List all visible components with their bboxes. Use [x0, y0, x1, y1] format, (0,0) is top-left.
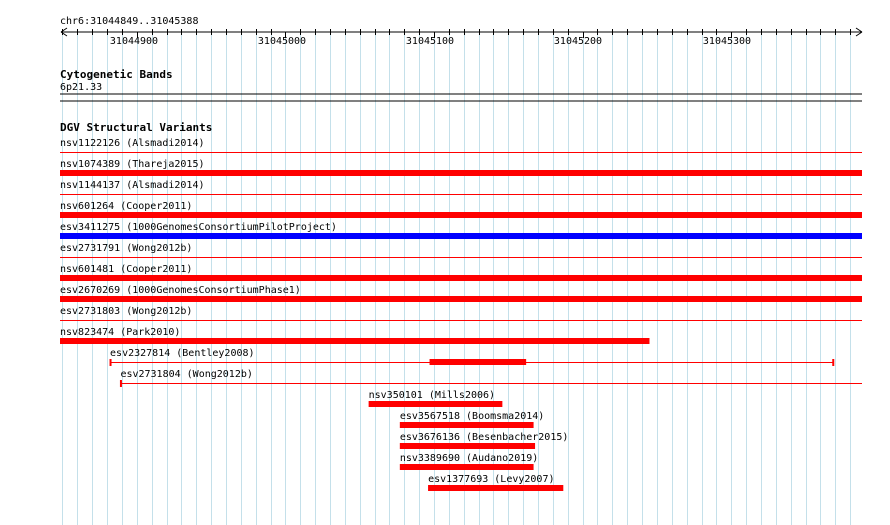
dgv-variant[interactable]: esv1377693 (Levy2007) — [428, 474, 564, 491]
ruler-tick-label: 31045000 — [258, 36, 306, 47]
dgv-variant[interactable]: esv2731791 (Wong2012b) — [60, 243, 862, 258]
dgv-variant-bar[interactable] — [399, 422, 534, 428]
dgv-variant-bar[interactable] — [60, 212, 862, 218]
cytoband-label: 6p21.33 — [60, 82, 102, 93]
dgv-track-title: DGV Structural Variants — [60, 121, 212, 134]
dgv-variant-bar[interactable] — [60, 233, 862, 239]
dgv-variant[interactable]: esv3567518 (Boomsma2014) — [399, 411, 545, 428]
dgv-variant[interactable]: nsv1122126 (Alsmadi2014) — [60, 138, 862, 153]
dgv-variant-label: esv2731791 (Wong2012b) — [60, 243, 192, 254]
ruler-region-label: chr6:31044849..31045388 — [60, 16, 198, 27]
dgv-variant-label: esv2731804 (Wong2012b) — [120, 369, 252, 380]
dgv-variant-label: nsv1074389 (Thareja2015) — [60, 159, 205, 170]
dgv-variant[interactable]: nsv3389690 (Audano2019) — [399, 453, 538, 470]
dgv-track: nsv1122126 (Alsmadi2014) nsv1074389 (Thar… — [60, 138, 862, 491]
dgv-variant[interactable]: esv3411275 (1000GenomesConsortiumPilotPr… — [60, 222, 862, 239]
dgv-variant[interactable]: nsv350101 (Mills2006) — [368, 390, 503, 407]
dgv-variant-bar[interactable] — [399, 443, 536, 449]
dgv-variant-label: esv2731803 (Wong2012b) — [60, 306, 192, 317]
dgv-variant-label: esv1377693 (Levy2007) — [428, 474, 554, 485]
ruler-tick-label: 31045100 — [406, 36, 454, 47]
dgv-variant-bar[interactable] — [368, 401, 503, 407]
dgv-variant[interactable]: nsv1074389 (Thareja2015) — [60, 159, 862, 176]
dgv-variant-bar[interactable] — [60, 296, 862, 302]
dgv-variant[interactable]: esv2327814 (Bentley2008) — [109, 348, 835, 366]
dgv-variant-label: esv3411275 (1000GenomesConsortiumPilotPr… — [60, 222, 337, 233]
ruler-tick-label: 31045300 — [703, 36, 751, 47]
ruler-tick-label: 31044900 — [110, 36, 158, 47]
dgv-variant-label: nsv601264 (Cooper2011) — [60, 201, 192, 212]
dgv-variant[interactable]: esv3676136 (Besenbacher2015) — [399, 432, 569, 449]
dgv-variant-label: nsv1144137 (Alsmadi2014) — [60, 180, 205, 191]
dgv-variant-label: nsv350101 (Mills2006) — [369, 390, 495, 401]
cytoband-track-title: Cytogenetic Bands — [60, 68, 173, 81]
dgv-variant-bar[interactable] — [60, 275, 862, 281]
dgv-variant-label: nsv823474 (Park2010) — [60, 327, 180, 338]
dgv-variant-label: esv2327814 (Bentley2008) — [110, 348, 255, 359]
dgv-variant[interactable]: esv2670269 (1000GenomesConsortiumPhase1) — [60, 285, 862, 302]
dgv-variant[interactable]: nsv823474 (Park2010) — [60, 327, 650, 344]
dgv-variant[interactable]: nsv601481 (Cooper2011) — [60, 264, 862, 281]
dgv-variant[interactable]: esv2731804 (Wong2012b) — [119, 369, 862, 387]
genome-browser-track-panel: chr6:31044849..31045388 31044900 3104500… — [60, 16, 863, 525]
dgv-variant[interactable]: nsv1144137 (Alsmadi2014) — [60, 180, 862, 195]
dgv-variant[interactable]: esv2731803 (Wong2012b) — [60, 306, 862, 321]
dgv-variant-label: esv3676136 (Besenbacher2015) — [400, 432, 569, 443]
dgv-variant-label: nsv3389690 (Audano2019) — [400, 453, 538, 464]
dgv-variant-label: nsv1122126 (Alsmadi2014) — [60, 138, 205, 149]
dgv-variant-label: esv2670269 (1000GenomesConsortiumPhase1) — [60, 285, 301, 296]
dgv-variant-bar[interactable] — [399, 464, 534, 470]
dgv-variant-label: esv3567518 (Boomsma2014) — [400, 411, 545, 422]
ruler-tick-label: 31045200 — [554, 36, 602, 47]
dgv-variant-bar[interactable] — [428, 485, 564, 491]
dgv-variant-inner-bar[interactable] — [429, 359, 527, 365]
dgv-variant-label: nsv601481 (Cooper2011) — [60, 264, 192, 275]
dgv-variant-bar[interactable] — [60, 170, 862, 176]
dgv-variant[interactable]: nsv601264 (Cooper2011) — [60, 201, 862, 218]
dgv-variant-bar[interactable] — [60, 338, 650, 344]
